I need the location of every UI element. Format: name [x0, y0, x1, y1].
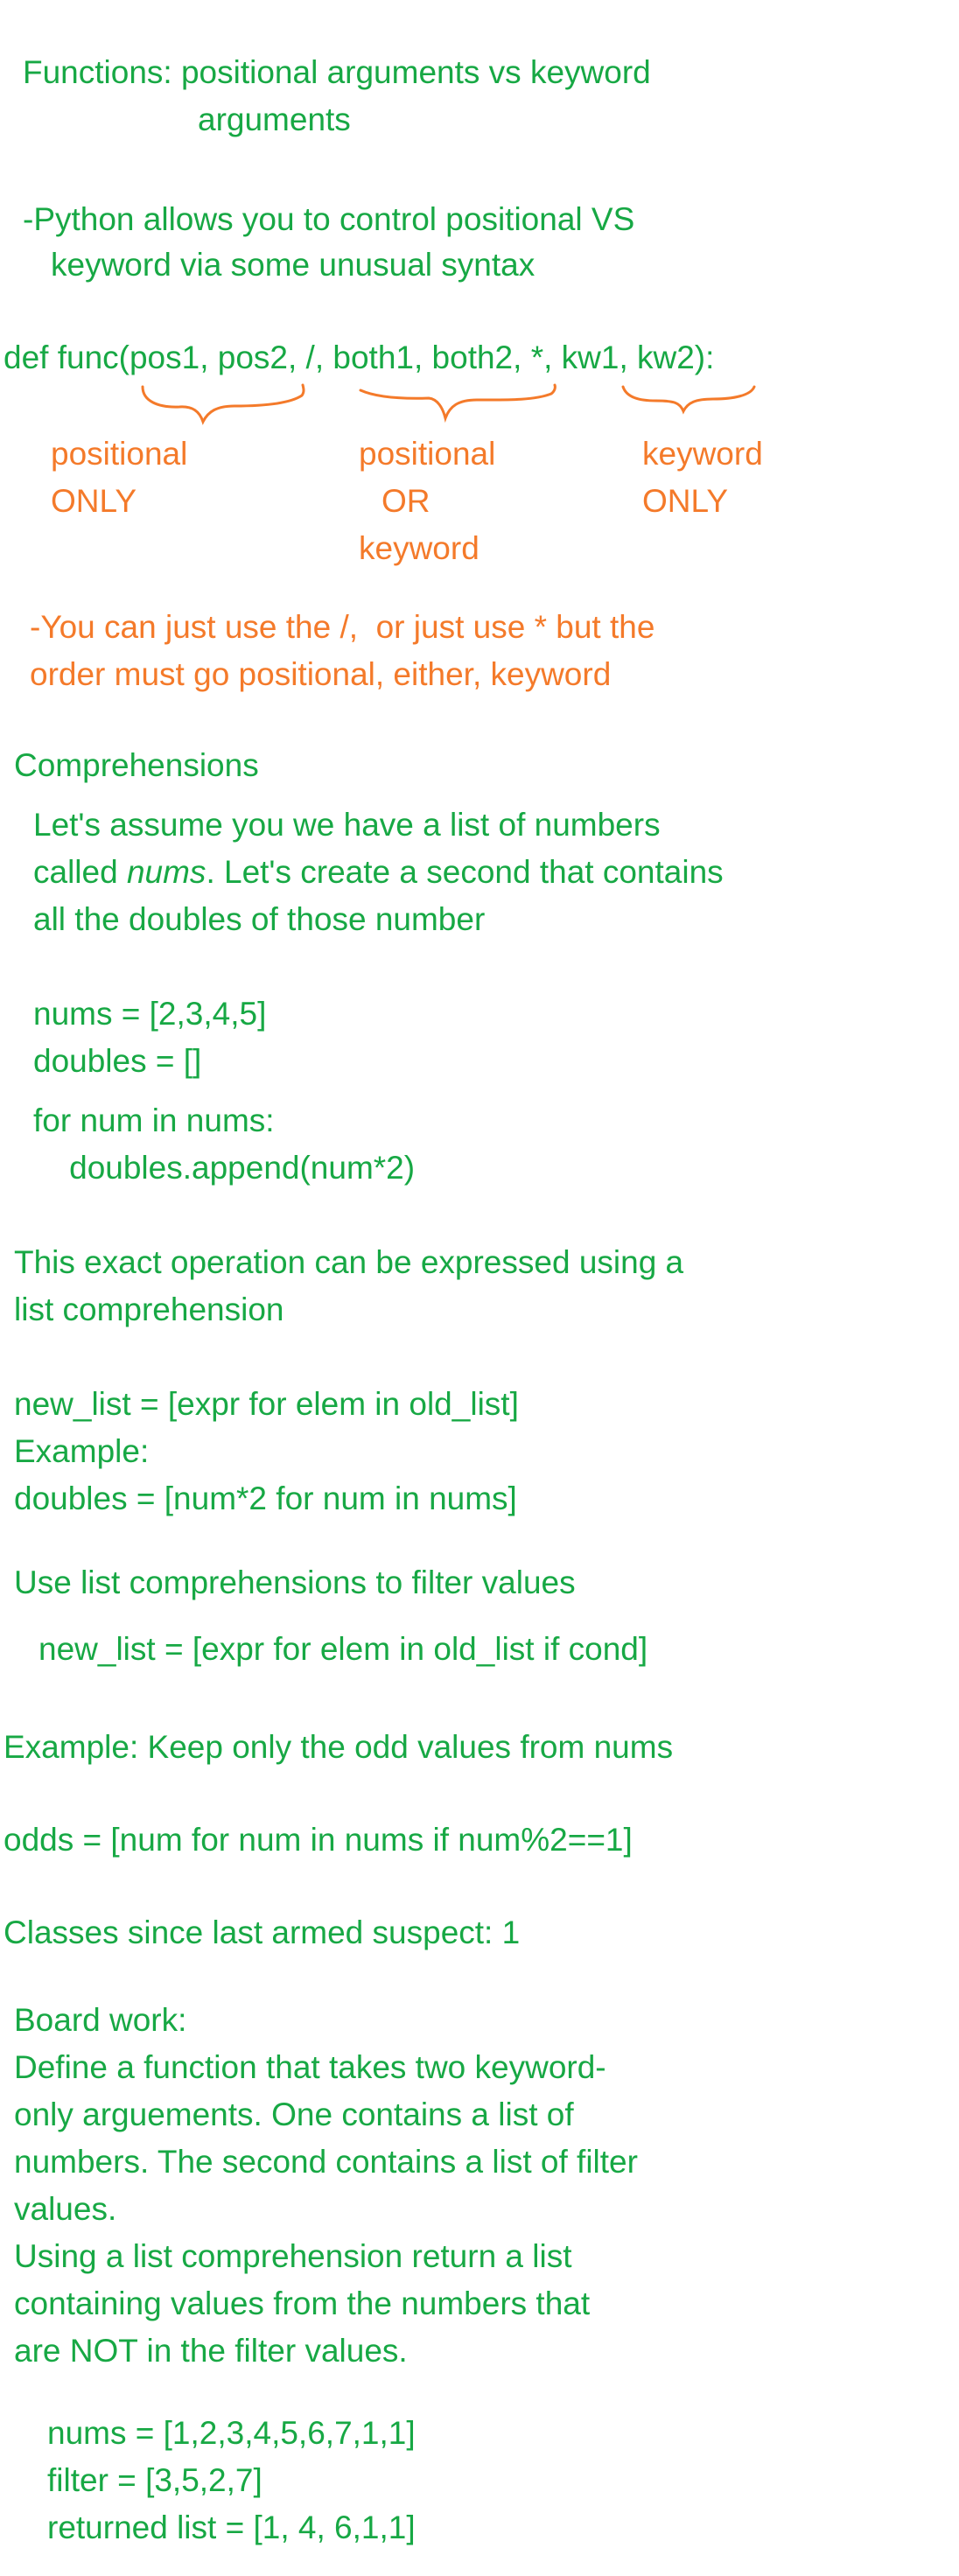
classes-since-counter: Classes since last armed suspect: 1: [4, 1914, 521, 1950]
board-work-line: numbers. The second contains a list of f…: [14, 2144, 638, 2180]
board-work-heading: Board work:: [14, 2002, 187, 2038]
board-work-line: containing values from the numbers that: [14, 2286, 591, 2321]
filter-example-code: odds = [num for num in nums if num%2==1]: [4, 1822, 633, 1858]
expression-line1: This exact operation can be expressed us…: [14, 1244, 684, 1280]
annotation-note-line2: order must go positional, either, keywor…: [30, 656, 612, 692]
board-work-line: values.: [14, 2191, 117, 2227]
board-work-code: returned list = [1, 4, 6,1,1]: [47, 2510, 416, 2545]
annotation-keyword-only-1: keyword: [642, 436, 763, 472]
intro-line1: -Python allows you to control positional…: [23, 201, 635, 237]
annotation-positional-only-1: positional: [51, 436, 188, 472]
comprehensions-desc-line1: Let's assume you we have a list of numbe…: [33, 807, 661, 843]
filter-syntax: new_list = [expr for elem in old_list if…: [38, 1631, 648, 1667]
filter-example-label: Example: Keep only the odd values from n…: [4, 1729, 674, 1765]
code-line: doubles = []: [33, 1043, 202, 1079]
brace-positional-only: [141, 383, 305, 425]
code-line: for num in nums:: [33, 1102, 275, 1138]
annotation-positional-or-keyword-1: positional: [359, 436, 496, 472]
expression-line2: list comprehension: [14, 1292, 284, 1327]
board-work-line: only arguements. One contains a list of: [14, 2096, 574, 2132]
board-work-line: Define a function that takes two keyword…: [14, 2049, 606, 2085]
function-signature: def func(pos1, pos2, /, both1, both2, *,…: [4, 340, 715, 375]
example-code: doubles = [num*2 for num in nums]: [14, 1480, 517, 1516]
page-title-line2: arguments: [198, 102, 351, 137]
example-label: Example:: [14, 1433, 150, 1469]
board-work-line: Using a list comprehension return a list: [14, 2238, 572, 2274]
comprehensions-desc-line3: all the doubles of those number: [33, 901, 486, 937]
annotation-keyword-only-2: ONLY: [642, 483, 729, 519]
comprehensions-heading: Comprehensions: [14, 747, 259, 783]
filter-heading: Use list comprehensions to filter values: [14, 1564, 576, 1600]
brace-keyword-only: [621, 385, 756, 415]
annotation-positional-or-keyword-2: OR: [382, 483, 430, 519]
comprehensions-desc-line2: called nums. Let's create a second that …: [33, 854, 724, 890]
brace-annotations: [141, 383, 756, 425]
annotation-positional-or-keyword-3: keyword: [359, 530, 480, 566]
board-work-code: filter = [3,5,2,7]: [47, 2462, 262, 2498]
board-work-line: are NOT in the filter values.: [14, 2333, 408, 2369]
annotation-note-line1: -You can just use the /, or just use * b…: [30, 609, 655, 645]
code-line: doubles.append(num*2): [33, 1150, 416, 1186]
brace-positional-or-keyword: [359, 383, 556, 424]
intro-line2: keyword via some unusual syntax: [51, 247, 536, 283]
board-work-code: nums = [1,2,3,4,5,6,7,1,1]: [47, 2415, 416, 2451]
nums-emphasis: nums: [126, 854, 206, 890]
page-title-line1: Functions: positional arguments vs keywo…: [23, 54, 651, 90]
code-line: nums = [2,3,4,5]: [33, 996, 267, 1032]
annotation-positional-only-2: ONLY: [51, 483, 137, 519]
comprehension-syntax: new_list = [expr for elem in old_list]: [14, 1386, 519, 1422]
